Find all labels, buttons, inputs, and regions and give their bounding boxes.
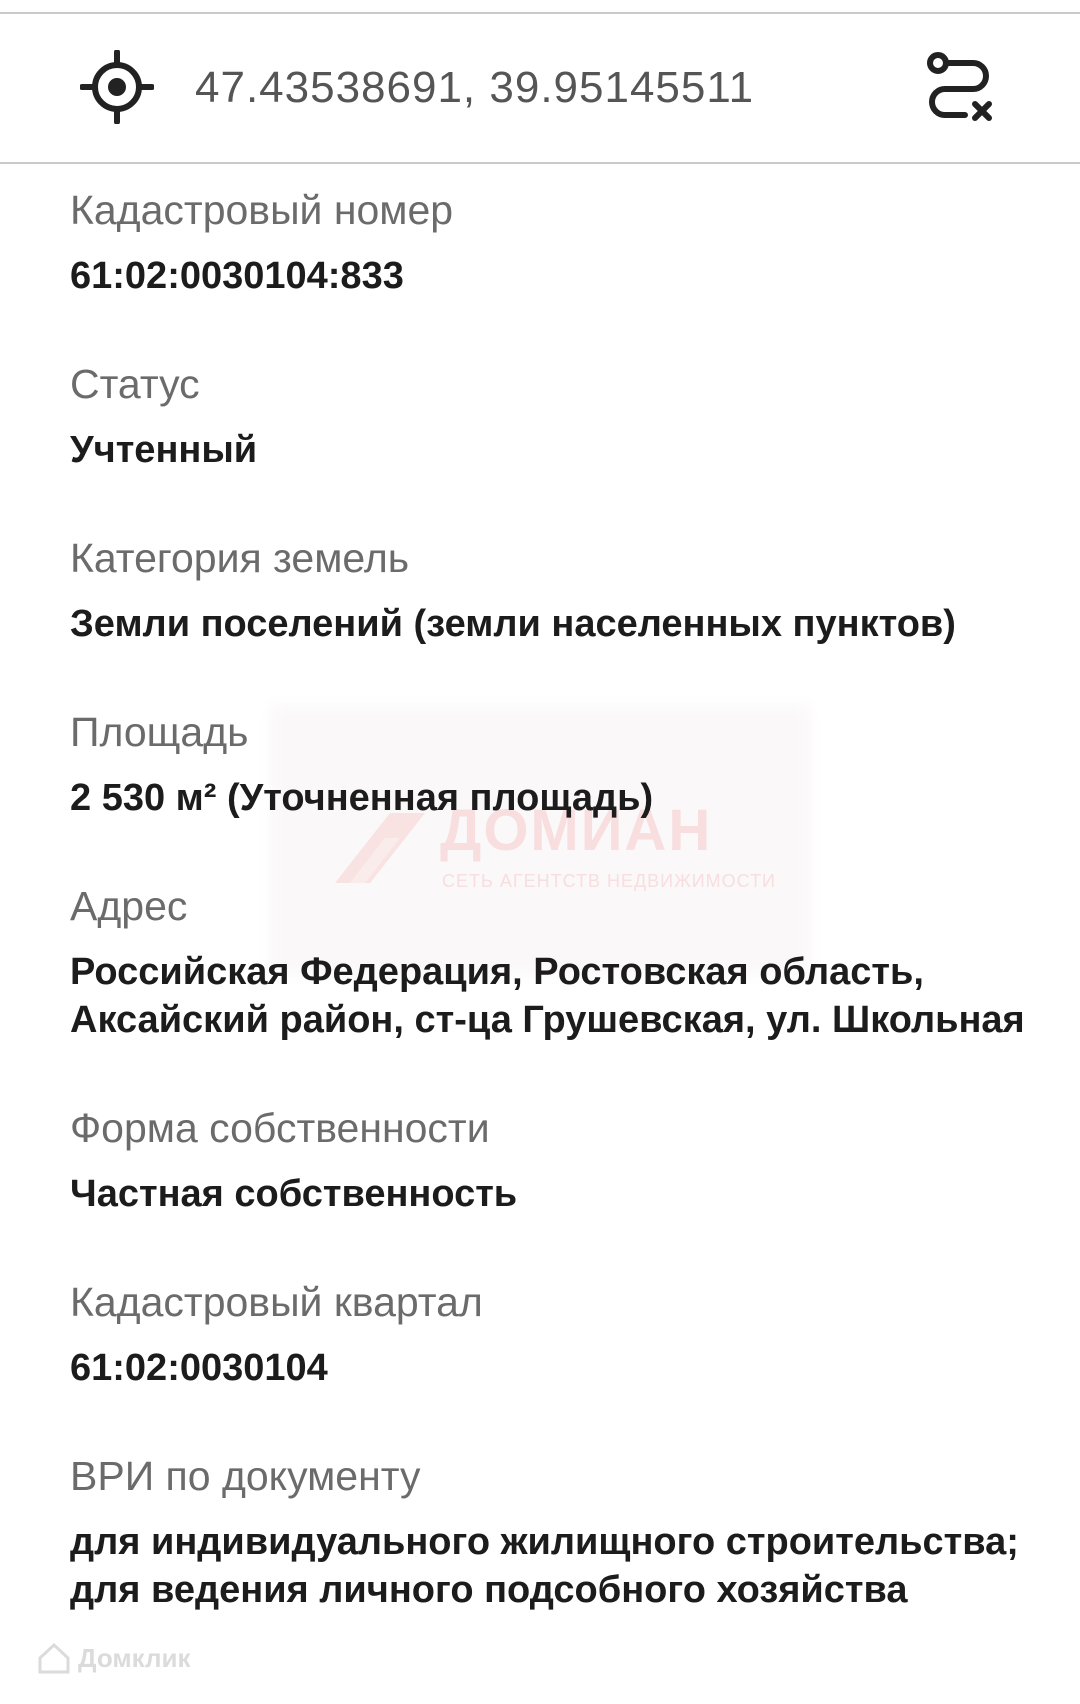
field-value-line: Частная собственность xyxy=(70,1173,518,1215)
field-label: ВРИ по документу xyxy=(70,1453,421,1499)
field-status: Статус Учтенный xyxy=(70,356,1070,474)
field-label: Адрес xyxy=(70,883,188,929)
field-value-line: для ведения личного подсобного хозяйства xyxy=(70,1569,908,1611)
field-value[interactable]: 61:02:0030104:833 xyxy=(70,252,1070,300)
field-permitted-use: ВРИ по документу для индивидуального жил… xyxy=(70,1448,1070,1614)
coordinates-bar: 47.43538691, 39.95145511 xyxy=(0,14,1080,164)
corner-logo-text: Домклик xyxy=(78,1642,191,1673)
field-value: для индивидуального жилищного строительс… xyxy=(70,1518,1070,1614)
field-cadastral-quarter: Кадастровый квартал 61:02:0030104 xyxy=(70,1274,1070,1392)
field-label: Категория земель xyxy=(70,535,410,581)
field-value-line: 61:02:0030104 xyxy=(70,1347,328,1389)
field-value-line: 2 530 м² (Уточненная площадь) xyxy=(70,777,654,819)
field-ownership: Форма собственности Частная собственност… xyxy=(70,1100,1070,1218)
house-logo-icon xyxy=(38,1642,70,1674)
field-value-line: 61:02:0030104:833 xyxy=(70,255,404,297)
field-label: Статус xyxy=(70,361,200,407)
field-value-line: Учтенный xyxy=(70,429,258,471)
field-label: Форма собственности xyxy=(70,1105,490,1151)
field-value-line: Российская Федерация, Ростовская область… xyxy=(70,951,924,993)
field-value: Земли поселений (земли населенных пункто… xyxy=(70,600,1070,648)
field-label: Кадастровый квартал xyxy=(70,1279,483,1325)
field-address: Адрес Российская Федерация, Ростовская о… xyxy=(70,878,1070,1044)
coordinates-text[interactable]: 47.43538691, 39.95145511 xyxy=(195,58,754,118)
field-value-line: для индивидуального жилищного строительс… xyxy=(70,1521,1019,1563)
field-value-line: Земли поселений (земли населенных пункто… xyxy=(70,603,956,645)
crosshair-locate-icon[interactable] xyxy=(80,50,154,124)
field-label: Площадь xyxy=(70,709,249,755)
field-area: Площадь 2 530 м² (Уточненная площадь) xyxy=(70,704,1070,822)
field-value: Частная собственность xyxy=(70,1170,1070,1218)
field-value: 2 530 м² (Уточненная площадь) xyxy=(70,774,1070,822)
field-value-line: Аксайский район, ст-ца Грушевская, ул. Ш… xyxy=(70,999,1025,1041)
field-cadastral-number: Кадастровый номер 61:02:0030104:833 xyxy=(70,182,1070,300)
field-land-category: Категория земель Земли поселений (земли … xyxy=(70,530,1070,648)
route-clear-icon[interactable] xyxy=(925,52,995,124)
field-value: Учтенный xyxy=(70,426,1070,474)
field-label: Кадастровый номер xyxy=(70,187,454,233)
domclick-watermark-logo: Домклик xyxy=(36,1640,190,1676)
field-value[interactable]: 61:02:0030104 xyxy=(70,1344,1070,1392)
field-value[interactable]: Российская Федерация, Ростовская область… xyxy=(70,948,1070,1044)
